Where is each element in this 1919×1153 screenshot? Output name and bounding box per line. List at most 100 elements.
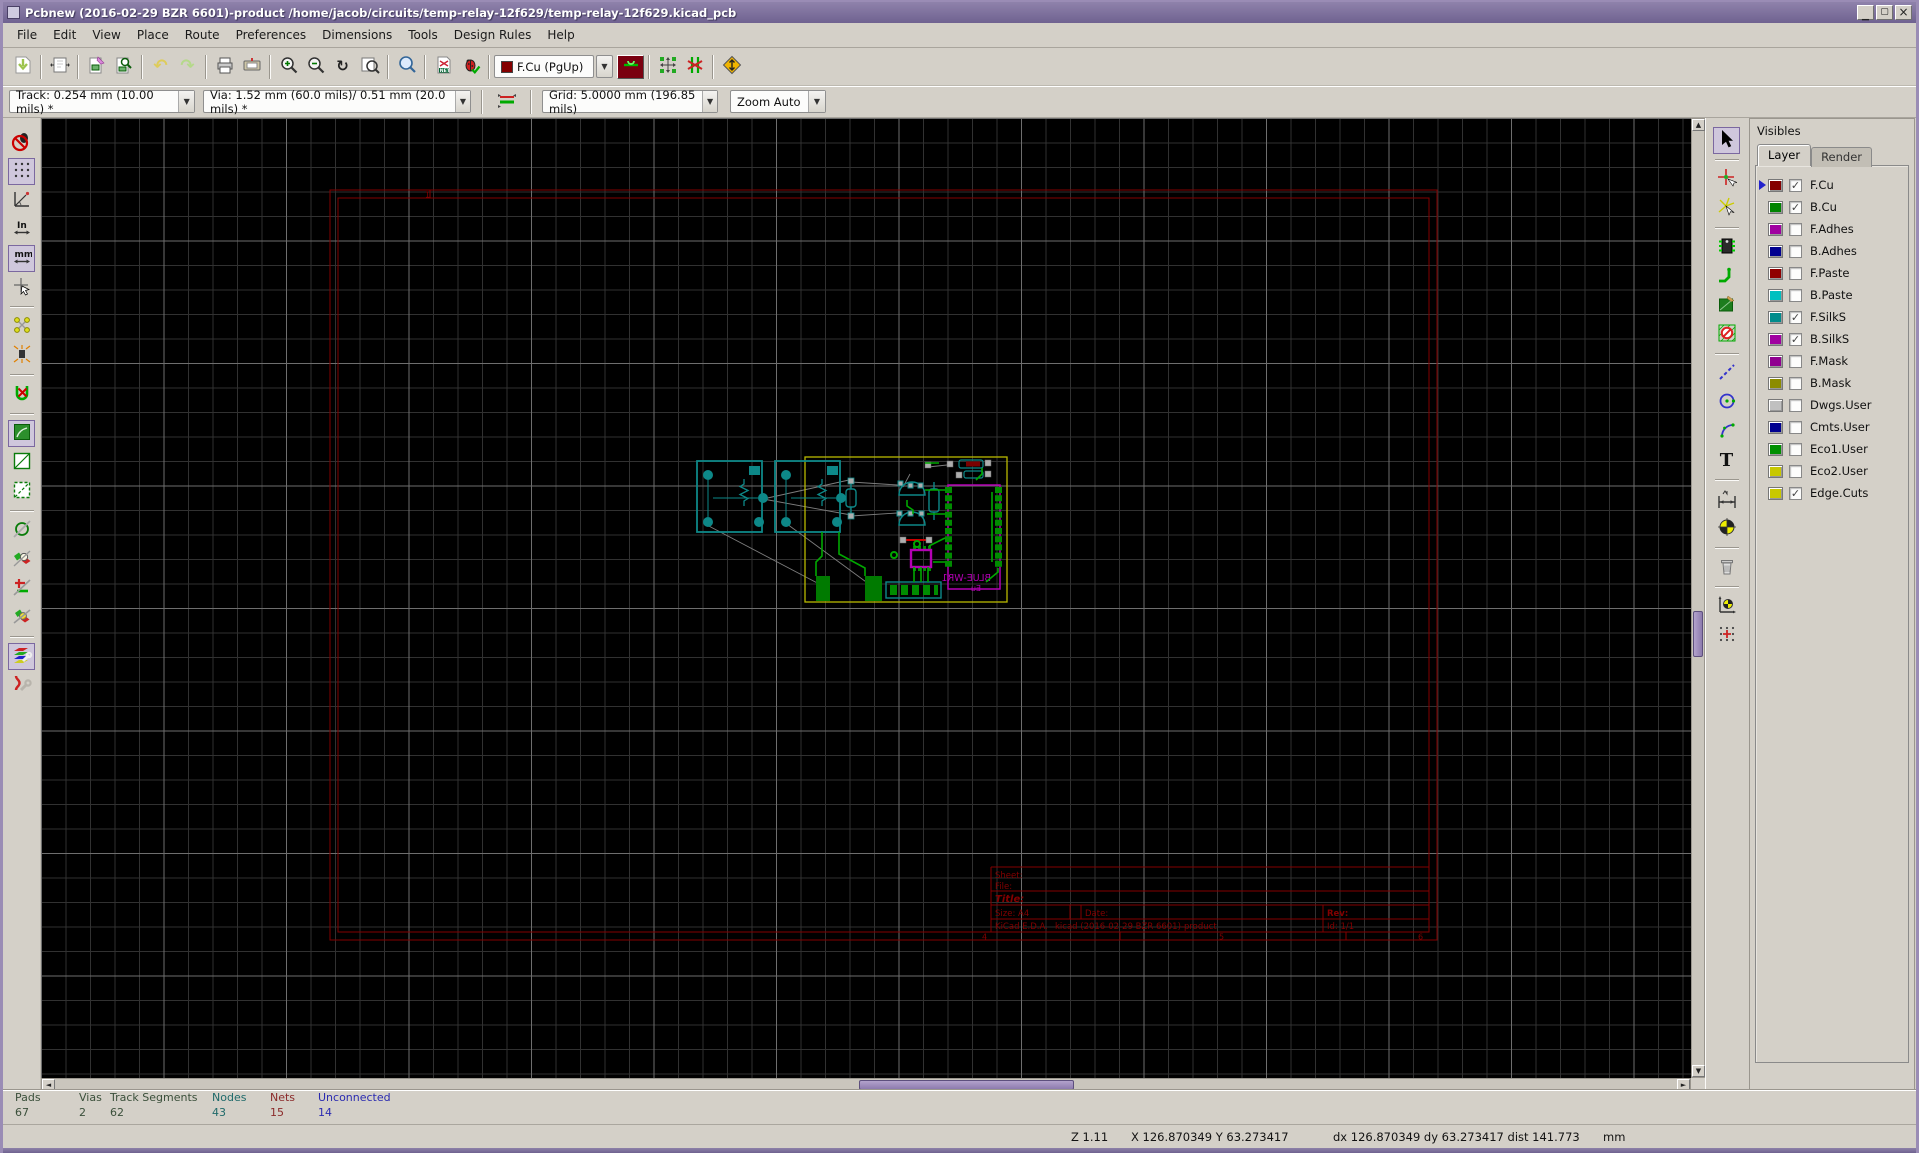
find-button[interactable]	[393, 53, 420, 80]
zoom-arrow[interactable]: ▼	[808, 91, 825, 112]
layer-visibility-checkbox[interactable]	[1789, 244, 1802, 258]
layer-color-swatch[interactable]	[1768, 332, 1783, 346]
layer-row-eco1user[interactable]: Eco1.User	[1756, 438, 1908, 460]
footprint-mode-button[interactable]	[654, 53, 681, 80]
pcb-canvas[interactable]: 1 4 5 6 Sheet: File: Title: Size: A4 Dat…	[41, 118, 1691, 1078]
units-mm-button[interactable]: mm	[8, 245, 35, 272]
menu-view[interactable]: View	[84, 25, 128, 45]
layer-visibility-checkbox[interactable]	[1789, 222, 1802, 236]
track-width-arrow[interactable]: ▼	[178, 91, 194, 112]
layer-row-bcu[interactable]: B.Cu	[1756, 196, 1908, 218]
local-ratsnest-button[interactable]	[1713, 195, 1740, 222]
layer-color-swatch[interactable]	[1768, 244, 1783, 258]
scroll-up-button[interactable]: ▲	[1692, 119, 1705, 131]
smd-ic-footprint[interactable]	[909, 546, 933, 571]
add-arc-button[interactable]	[1713, 418, 1740, 445]
menu-help[interactable]: Help	[539, 25, 582, 45]
layer-row-bmask[interactable]: B.Mask	[1756, 372, 1908, 394]
page-settings-button[interactable]	[46, 53, 73, 80]
drc-button[interactable]	[457, 53, 484, 80]
scroll-down-button[interactable]: ▼	[1692, 1065, 1705, 1077]
add-line-button[interactable]	[1713, 360, 1740, 387]
module-editor-button[interactable]	[83, 53, 110, 80]
tab-render[interactable]: Render	[1811, 147, 1873, 167]
layer-color-swatch[interactable]	[1768, 200, 1783, 214]
close-button[interactable]: ×	[1895, 5, 1912, 20]
layer-visibility-checkbox[interactable]	[1789, 464, 1802, 478]
add-zone-button[interactable]	[1713, 292, 1740, 319]
layer-color-swatch[interactable]	[1768, 486, 1783, 500]
horizontal-scroll-thumb[interactable]	[859, 1080, 1074, 1090]
copper-pad-2[interactable]	[865, 576, 882, 601]
ratsnest-visibility-button[interactable]	[8, 313, 35, 340]
layer-color-swatch[interactable]	[1768, 266, 1783, 280]
menu-tools[interactable]: Tools	[400, 25, 446, 45]
zoom-out-button[interactable]	[302, 53, 329, 80]
layer-visibility-checkbox[interactable]	[1789, 354, 1802, 368]
add-circle-button[interactable]	[1713, 389, 1740, 416]
layer-row-fpaste[interactable]: F.Paste	[1756, 262, 1908, 284]
layer-color-swatch[interactable]	[1768, 178, 1783, 192]
grid-arrow[interactable]: ▼	[702, 91, 717, 112]
relay-footprint-1[interactable]	[696, 460, 769, 533]
layer-visibility-checkbox[interactable]	[1789, 398, 1802, 412]
select-tool-button[interactable]	[1713, 127, 1740, 154]
undo-button[interactable]: ↶	[147, 53, 174, 80]
microwave-toolbar-toggle[interactable]	[8, 672, 35, 699]
zoom-fit-button[interactable]	[356, 53, 383, 80]
grid-select[interactable]: Grid: 5.0000 mm (196.85 mils) ▼	[542, 88, 718, 116]
layer-row-edgecuts[interactable]: Edge.Cuts	[1756, 482, 1908, 504]
track-width-select[interactable]: Track: 0.254 mm (10.00 mils) * ▼	[9, 88, 195, 116]
auto-delete-track-button[interactable]	[8, 381, 35, 408]
menu-place[interactable]: Place	[129, 25, 177, 45]
zones-outline-button[interactable]	[8, 449, 35, 476]
add-footprint-button[interactable]	[1713, 234, 1740, 261]
layer-row-cmtsuser[interactable]: Cmts.User	[1756, 416, 1908, 438]
layer-visibility-checkbox[interactable]	[1789, 332, 1802, 346]
add-target-button[interactable]	[1713, 515, 1740, 542]
menu-design-rules[interactable]: Design Rules	[446, 25, 540, 45]
drc-off-button[interactable]	[8, 129, 35, 156]
via-size-select[interactable]: Via: 1.52 mm (60.0 mils)/ 0.51 mm (20.0 …	[203, 88, 471, 116]
layer-color-swatch[interactable]	[1768, 442, 1783, 456]
add-text-button[interactable]: T	[1713, 447, 1740, 474]
layer-color-swatch[interactable]	[1768, 376, 1783, 390]
layer-visibility-checkbox[interactable]	[1789, 420, 1802, 434]
transistor-footprint-2[interactable]	[896, 510, 926, 526]
menu-dimensions[interactable]: Dimensions	[314, 25, 400, 45]
layer-color-swatch[interactable]	[1768, 464, 1783, 478]
resistor-footprint-1[interactable]	[845, 477, 857, 520]
grid-visibility-button[interactable]	[8, 158, 35, 185]
auto-track-width-button[interactable]	[493, 88, 520, 115]
netlist-button[interactable]: NET	[430, 53, 457, 80]
layer-color-swatch[interactable]	[1768, 222, 1783, 236]
menu-edit[interactable]: Edit	[45, 25, 84, 45]
tab-layer[interactable]: Layer	[1757, 144, 1812, 166]
layers-manager-toggle[interactable]	[8, 643, 35, 670]
track-mode-button[interactable]	[681, 53, 708, 80]
layer-selector[interactable]: F.Cu (PgUp)	[494, 55, 594, 78]
highlight-net-button[interactable]	[1713, 166, 1740, 193]
redraw-button[interactable]: ↻	[329, 53, 356, 80]
layer-visibility-checkbox[interactable]	[1789, 266, 1802, 280]
layer-visibility-checkbox[interactable]	[1789, 376, 1802, 390]
menu-file[interactable]: File	[9, 25, 45, 45]
zoom-select[interactable]: Zoom Auto ▼	[730, 90, 826, 113]
library-browser-button[interactable]	[110, 53, 137, 80]
layer-row-fadhes[interactable]: F.Adhes	[1756, 218, 1908, 240]
microwave-tools-button[interactable]	[718, 53, 745, 80]
tracks-sketch-button[interactable]	[8, 575, 35, 602]
transistor-footprint-1[interactable]	[897, 480, 926, 496]
relay-footprint-2[interactable]	[774, 460, 847, 533]
layer-row-dwgsuser[interactable]: Dwgs.User	[1756, 394, 1908, 416]
minimize-button[interactable]: ▁	[1857, 5, 1874, 21]
delete-tool-button[interactable]	[1713, 554, 1740, 581]
layer-visibility-checkbox[interactable]	[1789, 442, 1802, 456]
layer-color-swatch[interactable]	[1768, 288, 1783, 302]
layer-visibility-checkbox[interactable]	[1789, 288, 1802, 302]
vertical-scroll-thumb[interactable]	[1693, 611, 1703, 657]
vertical-scrollbar[interactable]: ▲ ▼	[1691, 118, 1705, 1078]
cursor-shape-button[interactable]	[8, 274, 35, 301]
layer-visibility-checkbox[interactable]	[1789, 178, 1802, 192]
layer-row-fcu[interactable]: F.Cu	[1756, 174, 1908, 196]
